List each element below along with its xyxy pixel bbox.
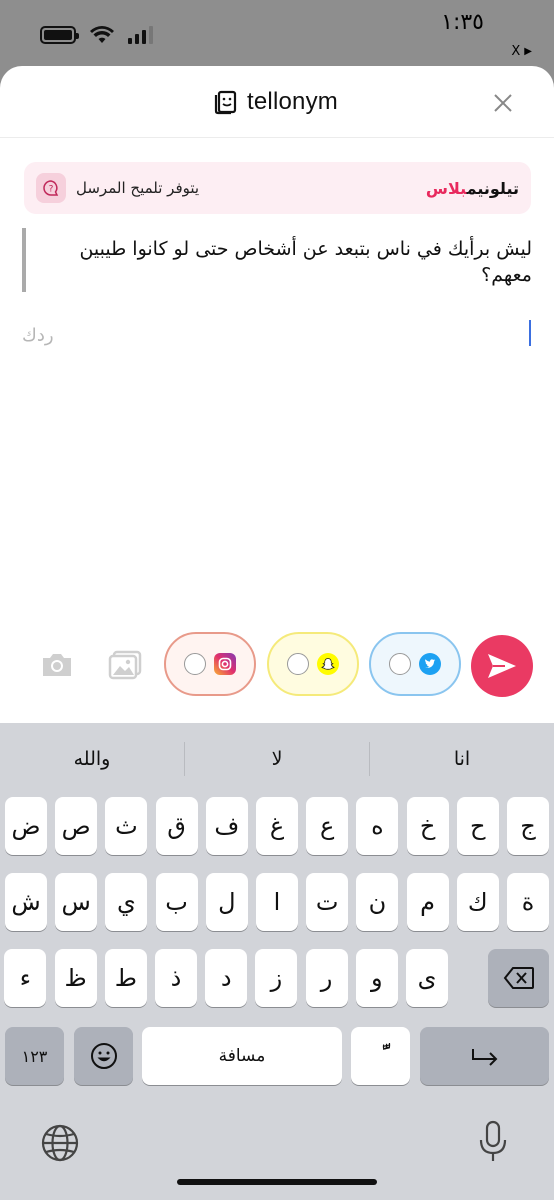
letter-key[interactable]: ص [55,797,98,855]
send-icon [488,654,516,678]
twitter-icon [419,653,441,675]
letter-key[interactable]: م [406,873,449,931]
camera-icon[interactable] [40,650,74,680]
hint-brand-plus: بلاس [425,178,467,198]
letter-key[interactable]: ث [105,797,148,855]
letter-key[interactable]: ل [205,873,248,931]
return-key[interactable] [420,1027,549,1085]
letter-key[interactable]: ي [105,873,148,931]
suggestion-bar: انا لا والله [0,723,554,795]
letter-key[interactable]: د [205,949,248,1007]
compose-sheet: tellonym تيلونيمبلاس يتوفر تلميح المرسل … [0,66,554,723]
answer-input[interactable] [22,320,532,350]
twitter-share-toggle[interactable] [369,632,461,696]
letter-key[interactable]: ا [256,873,298,931]
letter-key[interactable]: ج [507,797,549,855]
hint-text: يتوفر تلميح المرسل [76,179,200,197]
status-icons [40,26,153,44]
battery-icon [40,26,79,44]
home-indicator [177,1179,377,1185]
letter-key[interactable]: ف [205,797,248,855]
key-row-4: ١٢٣ مسافة ًّ [0,1027,554,1085]
play-icon: ▶ [524,46,532,57]
key-row-3: ىورزدذطظء [0,949,554,1007]
hint-brand-main: تيلونيم [466,178,519,198]
letter-key[interactable]: ض [5,797,47,855]
key-row-2: ةكمنتالبيسش [0,873,554,931]
sender-hint-banner[interactable]: تيلونيمبلاس يتوفر تلميح المرسل ? [24,162,531,214]
cellular-signal-icon [128,26,153,44]
hint-info: يتوفر تلميح المرسل ? [36,173,199,203]
suggestion-item[interactable]: انا [369,742,554,776]
letter-key[interactable]: ذ [155,949,197,1007]
question-text: ليش برأيك في ناس بتبعد عن أشخاص حتى لو ك… [22,228,532,292]
share-bar [0,632,554,697]
key-row-1: جحخهعغفقثصض [0,797,554,855]
back-app-label: X [511,44,521,59]
snapchat-share-toggle[interactable] [267,632,359,696]
letter-key[interactable]: غ [256,797,298,855]
snapchat-icon [317,653,339,675]
letter-key[interactable]: ظ [54,949,97,1007]
emoji-key[interactable] [74,1027,133,1085]
letter-key[interactable]: ش [5,873,47,931]
toggle-knob [389,653,411,675]
tellonym-logo-icon [214,90,237,115]
letter-key[interactable]: ر [305,949,348,1007]
suggestion-item[interactable]: لا [184,742,369,776]
letter-key[interactable]: ك [456,873,499,931]
delete-icon [503,967,534,989]
status-time: ١:٣٥ [441,10,484,35]
microphone-icon[interactable] [478,1120,508,1164]
sheet-header: tellonym [0,66,554,138]
brand: tellonym [213,88,338,116]
question-bubble-icon: ? [36,173,66,203]
back-to-app[interactable]: X ▶ [511,44,532,59]
send-button[interactable] [471,635,533,697]
emoji-icon [90,1043,117,1069]
text-cursor [529,320,531,346]
letter-key[interactable]: ط [104,949,147,1007]
letter-key[interactable]: ة [507,873,549,931]
wifi-icon [90,26,114,43]
letter-key[interactable]: و [355,949,398,1007]
close-icon[interactable] [492,92,514,114]
status-bar: ١:٣٥ X ▶ [0,0,554,66]
toggle-knob [287,653,309,675]
space-key[interactable]: مسافة [142,1027,342,1085]
diacritic-key[interactable]: ًّ [351,1027,410,1085]
gallery-icon[interactable] [108,650,142,680]
letter-key[interactable]: ع [306,797,349,855]
letter-key[interactable]: ز [255,949,298,1007]
letter-key[interactable]: ى [406,949,448,1007]
letter-key[interactable]: س [55,873,98,931]
delete-key[interactable] [488,949,549,1007]
letter-key[interactable]: ه [356,797,399,855]
brand-name: tellonym [247,88,338,115]
letter-key[interactable]: ء [4,949,47,1007]
letter-key[interactable]: خ [406,797,449,855]
letter-key[interactable]: ق [155,797,198,855]
instagram-icon [214,653,236,675]
instagram-share-toggle[interactable] [164,632,256,696]
letter-key[interactable]: ح [456,797,499,855]
svg-text:?: ? [49,185,54,195]
suggestion-item[interactable]: والله [0,742,184,776]
letter-key[interactable]: ب [155,873,198,931]
letter-key[interactable]: ن [356,873,399,931]
toggle-knob [184,653,206,675]
numbers-key[interactable]: ١٢٣ [5,1027,64,1085]
hint-brand: تيلونيمبلاس [426,179,519,198]
globe-icon[interactable] [40,1123,80,1163]
return-icon [471,1049,497,1066]
letter-key[interactable]: ت [306,873,349,931]
